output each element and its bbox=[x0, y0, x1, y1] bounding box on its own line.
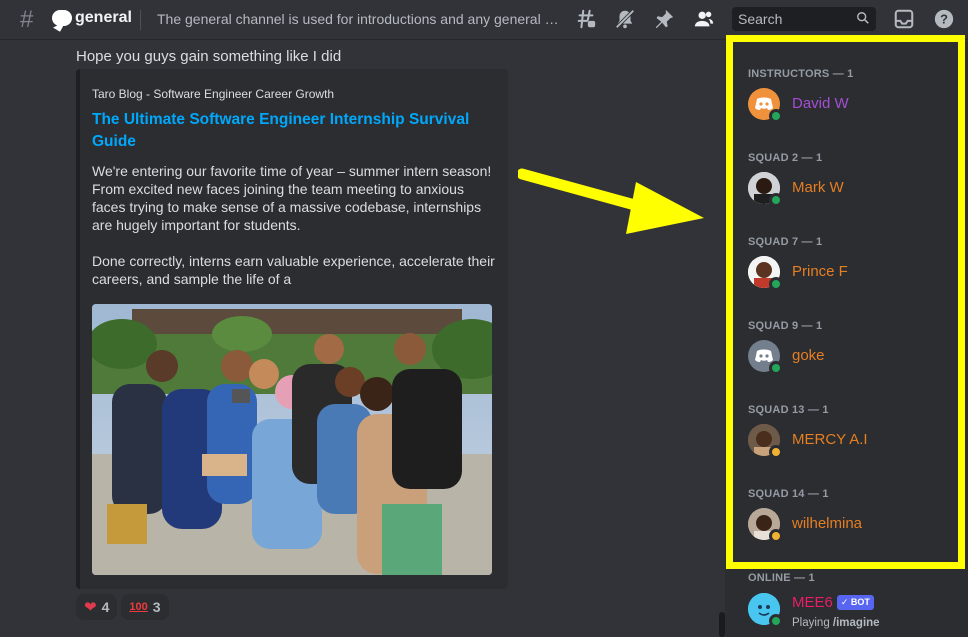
member-item-mee6[interactable]: MEE6 ✓ BOT Playing /imagine bbox=[748, 593, 948, 629]
reaction-count: 3 bbox=[152, 599, 161, 615]
search-icon bbox=[857, 12, 869, 24]
member-item-prince-f[interactable]: Prince F bbox=[748, 256, 948, 291]
chat-area: Hope you guys gain something like I did … bbox=[0, 41, 724, 637]
hundred-emoji-icon: 100 bbox=[129, 601, 148, 613]
channel-name: general bbox=[75, 9, 132, 26]
speech-bubble-emoji-icon bbox=[52, 10, 72, 26]
heart-emoji-icon: ❤ bbox=[84, 599, 97, 616]
reaction-heart[interactable]: ❤ 4 bbox=[76, 594, 118, 620]
member-group-header: SQUAD 7 — 1 bbox=[748, 236, 823, 248]
group-selfie-photo bbox=[92, 304, 492, 575]
activity-name: /imagine bbox=[832, 617, 880, 629]
status-online-indicator bbox=[769, 277, 783, 291]
member-list-icon[interactable] bbox=[692, 8, 716, 32]
status-online-indicator bbox=[769, 193, 783, 207]
embed-provider: Taro Blog - Software Engineer Career Gro… bbox=[92, 87, 335, 101]
message-content: Hope you guys gain something like I did bbox=[76, 48, 342, 65]
embed-title-link[interactable]: The Ultimate Software Engineer Internshi… bbox=[92, 109, 492, 153]
reaction-hundred[interactable]: 100 3 bbox=[121, 594, 169, 620]
member-name: wilhelmina bbox=[792, 515, 863, 532]
member-item-david-w[interactable]: David W bbox=[748, 88, 948, 123]
member-list bbox=[725, 41, 968, 637]
member-item-wilhelmina[interactable]: wilhelmina bbox=[748, 508, 948, 543]
embed-image[interactable] bbox=[92, 304, 492, 575]
channel-title: general bbox=[52, 9, 132, 27]
member-name-text: MEE6 bbox=[792, 594, 833, 611]
member-name: David W bbox=[792, 95, 849, 112]
member-name: goke bbox=[792, 347, 825, 364]
yellow-arrow-annotation bbox=[518, 168, 704, 234]
member-item-mark-w[interactable]: Mark W bbox=[748, 172, 948, 207]
status-online-indicator bbox=[769, 109, 783, 123]
reaction-count: 4 bbox=[101, 599, 110, 615]
member-name: Mark W bbox=[792, 179, 844, 196]
member-name: MEE6 ✓ BOT bbox=[792, 594, 874, 611]
pin-icon[interactable] bbox=[652, 8, 676, 32]
member-name: Prince F bbox=[792, 263, 848, 280]
member-item-mercy[interactable]: MERCY A.I bbox=[748, 424, 948, 459]
search-box[interactable] bbox=[732, 7, 876, 31]
status-online-indicator bbox=[769, 361, 783, 375]
member-group-header: INSTRUCTORS — 1 bbox=[748, 68, 854, 80]
member-group-header: ONLINE — 1 bbox=[748, 572, 815, 584]
member-group-header: SQUAD 9 — 1 bbox=[748, 320, 823, 332]
threads-icon[interactable] bbox=[574, 8, 598, 32]
embed-description: We're entering our favorite time of year… bbox=[92, 163, 495, 287]
channel-header: # general The general channel is used fo… bbox=[0, 0, 968, 40]
svg-text:?: ? bbox=[940, 12, 948, 27]
bot-badge: ✓ BOT bbox=[836, 595, 874, 610]
activity-prefix: Playing bbox=[792, 617, 830, 629]
member-group-header: SQUAD 14 — 1 bbox=[748, 488, 829, 500]
text-channel-hash-icon: # bbox=[20, 6, 34, 33]
member-item-goke[interactable]: goke bbox=[748, 340, 948, 375]
reactions-bar: ❤ 4 100 3 bbox=[76, 594, 169, 620]
member-group-header: SQUAD 13 — 1 bbox=[748, 404, 829, 416]
search-input[interactable] bbox=[732, 7, 850, 31]
bot-badge-label: BOT bbox=[850, 597, 870, 607]
notification-bell-muted-icon[interactable] bbox=[613, 8, 637, 32]
member-name: MERCY A.I bbox=[792, 431, 868, 448]
status-online-indicator bbox=[769, 614, 783, 628]
discord-window: # general The general channel is used fo… bbox=[0, 0, 968, 637]
status-idle-indicator bbox=[769, 445, 783, 459]
status-idle-indicator bbox=[769, 529, 783, 543]
link-embed: Taro Blog - Software Engineer Career Gro… bbox=[76, 69, 508, 589]
member-activity: Playing /imagine bbox=[792, 617, 880, 629]
channel-topic[interactable]: The general channel is used for introduc… bbox=[157, 11, 565, 27]
header-divider bbox=[140, 10, 141, 30]
member-group-header: SQUAD 2 — 1 bbox=[748, 152, 823, 164]
inbox-icon[interactable] bbox=[892, 8, 916, 32]
help-icon[interactable]: ? bbox=[932, 8, 956, 32]
